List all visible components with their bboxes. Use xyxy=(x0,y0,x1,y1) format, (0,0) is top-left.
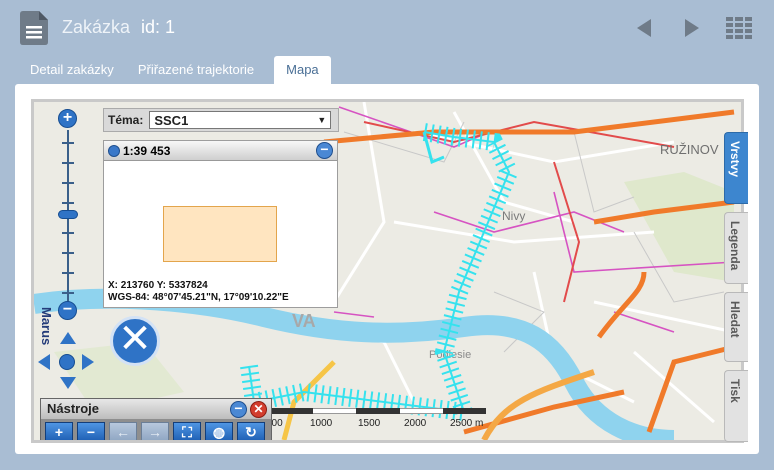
side-tab-search[interactable]: Hledat xyxy=(724,292,748,362)
record-tabs: Detail zakázky Přiřazené trajektorie Map… xyxy=(18,56,331,84)
map-viewport[interactable]: RUŽINOV Nivy Podlesie VA Téma: SSC1 ▼ 1:… xyxy=(31,99,744,443)
side-tab-legend[interactable]: Legenda xyxy=(724,212,748,284)
tab-trajectories[interactable]: Přiřazené trajektorie xyxy=(126,56,266,84)
scale-label: 1000 xyxy=(310,418,333,429)
scale-label: 2500 m xyxy=(450,418,484,429)
pan-down-icon[interactable] xyxy=(60,377,76,389)
scale-label: 2000 xyxy=(404,418,427,429)
theme-bar: Téma: SSC1 ▼ xyxy=(103,108,339,132)
record-id: id: 1 xyxy=(141,17,176,37)
overview-map: 1:39 453 − X: 213760 Y: 5337824 WGS-84: … xyxy=(103,140,338,308)
zoom-tick xyxy=(62,232,74,234)
coords-xy: X: 213760 Y: 5337824 xyxy=(108,280,208,291)
zoom-tick xyxy=(62,162,74,164)
tools-panel: Nástroje − ✕ + − ← → ⛶ ◍ ↻ xyxy=(40,398,272,440)
zoom-tick xyxy=(62,252,74,254)
tools-title: Nástroje xyxy=(47,401,100,416)
zoom-tick xyxy=(62,202,74,204)
map-label-district: RUŽINOV xyxy=(660,142,719,157)
document-icon xyxy=(20,11,48,45)
scale-label: 1500 xyxy=(358,418,381,429)
theme-label: Téma: xyxy=(108,113,144,127)
pan-up-icon[interactable] xyxy=(60,332,76,344)
side-tab-layers[interactable]: Vrstvy xyxy=(724,132,748,204)
scale-bar xyxy=(270,408,486,414)
map-credit: Marus xyxy=(39,307,54,346)
side-tab-print[interactable]: Tisk xyxy=(724,370,748,442)
map-label-city: VA xyxy=(292,311,316,331)
zoom-slider-handle[interactable] xyxy=(58,210,78,219)
overview-extent[interactable] xyxy=(163,206,277,262)
zoom-in-button[interactable]: + xyxy=(58,109,77,128)
overview-scale: 1:39 453 xyxy=(123,143,171,158)
title-text: Zakázka xyxy=(62,17,131,37)
globe-icon[interactable]: ◍ xyxy=(205,422,233,440)
next-record-icon[interactable] xyxy=(685,19,699,37)
overview-minimize-button[interactable]: − xyxy=(316,142,333,159)
page-title: Zakázka id: 1 xyxy=(62,17,175,38)
close-icon[interactable]: ✕ xyxy=(110,316,160,366)
overview-header: 1:39 453 − xyxy=(104,141,337,161)
back-arrow-icon[interactable]: ← xyxy=(109,422,137,440)
tools-row: + − ← → ⛶ ◍ ↻ xyxy=(41,419,271,440)
theme-value: SSC1 xyxy=(154,112,189,128)
tools-header: Nástroje − ✕ xyxy=(41,399,271,419)
zoom-tick xyxy=(62,182,74,184)
tab-map[interactable]: Mapa xyxy=(274,56,331,84)
previous-record-icon[interactable] xyxy=(637,19,651,37)
zoom-tick xyxy=(62,272,74,274)
theme-select[interactable]: SSC1 ▼ xyxy=(149,111,332,129)
pan-right-icon[interactable] xyxy=(82,354,94,370)
coords-wgs: WGS-84: 48°07'45.21"N, 17°09'10.22"E xyxy=(108,292,289,303)
forward-arrow-icon[interactable]: → xyxy=(141,422,169,440)
zoom-track xyxy=(67,130,69,312)
zoom-out-tool-icon[interactable]: − xyxy=(77,422,105,440)
zoom-tick xyxy=(62,142,74,144)
zoom-tick xyxy=(62,292,74,294)
zoom-out-button[interactable]: − xyxy=(58,301,77,320)
pan-center-button[interactable] xyxy=(59,354,75,370)
tab-detail[interactable]: Detail zakázky xyxy=(18,56,126,84)
dropdown-arrow-icon: ▼ xyxy=(317,115,327,125)
tools-minimize-button[interactable]: − xyxy=(230,401,247,418)
map-label-area: Nivy xyxy=(502,209,525,223)
grid-view-icon[interactable] xyxy=(726,17,752,39)
full-extent-icon[interactable]: ⛶ xyxy=(173,422,201,440)
zoom-in-tool-icon[interactable]: + xyxy=(45,422,73,440)
expand-icon[interactable] xyxy=(108,144,120,157)
tools-close-button[interactable]: ✕ xyxy=(250,401,267,418)
refresh-icon[interactable]: ↻ xyxy=(237,422,265,440)
cursor-coordinates: X: 213760 Y: 5337824 WGS-84: 48°07'45.21… xyxy=(108,280,289,304)
